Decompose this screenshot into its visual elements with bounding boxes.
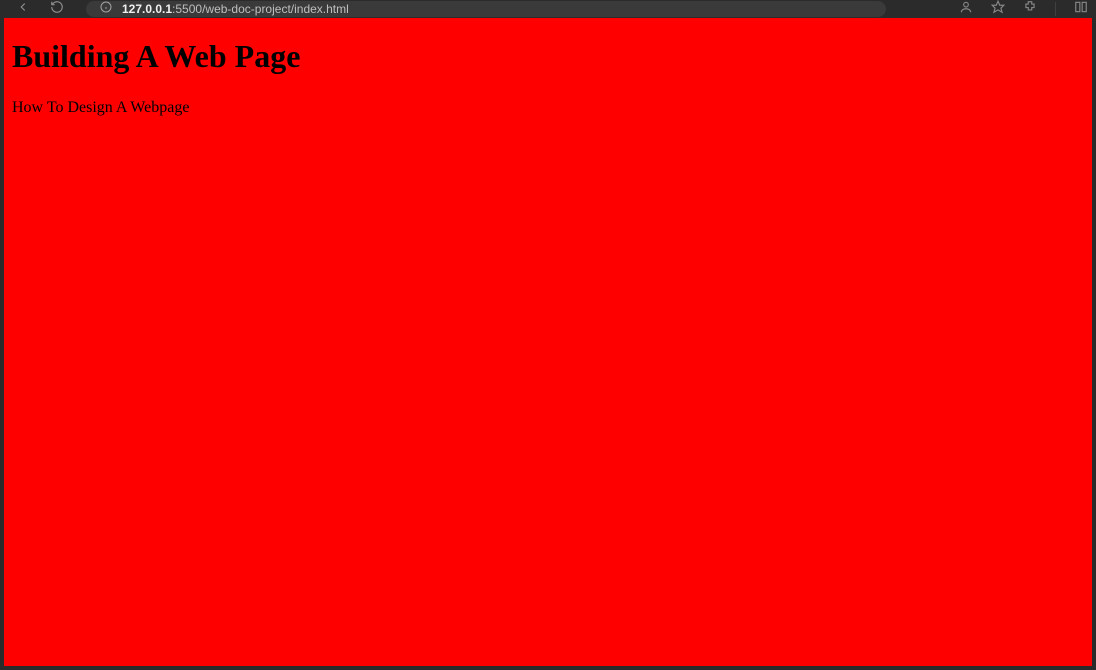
address-bar[interactable]: 127.0.0.1:5500/web-doc-project/index.htm… [86,1,886,17]
page-paragraph: How To Design A Webpage [12,99,1084,117]
split-screen-icon[interactable] [1074,0,1088,19]
url-text: 127.0.0.1:5500/web-doc-project/index.htm… [122,2,349,16]
url-path: :5500/web-doc-project/index.html [172,2,349,16]
toolbar-separator [1055,2,1056,16]
page-title: Building A Web Page [12,38,1084,75]
back-icon[interactable] [16,0,30,19]
refresh-icon[interactable] [50,0,64,19]
page-viewport: Building A Web Page How To Design A Webp… [4,18,1092,666]
nav-controls [4,0,64,19]
browser-toolbar: 127.0.0.1:5500/web-doc-project/index.htm… [0,0,1096,18]
profile-icon[interactable] [959,0,973,19]
toolbar-right-icons [959,0,1088,18]
extensions-icon[interactable] [1023,0,1037,19]
favorite-icon[interactable] [991,0,1005,19]
site-info-icon[interactable] [100,1,112,17]
url-host: 127.0.0.1 [122,2,172,16]
